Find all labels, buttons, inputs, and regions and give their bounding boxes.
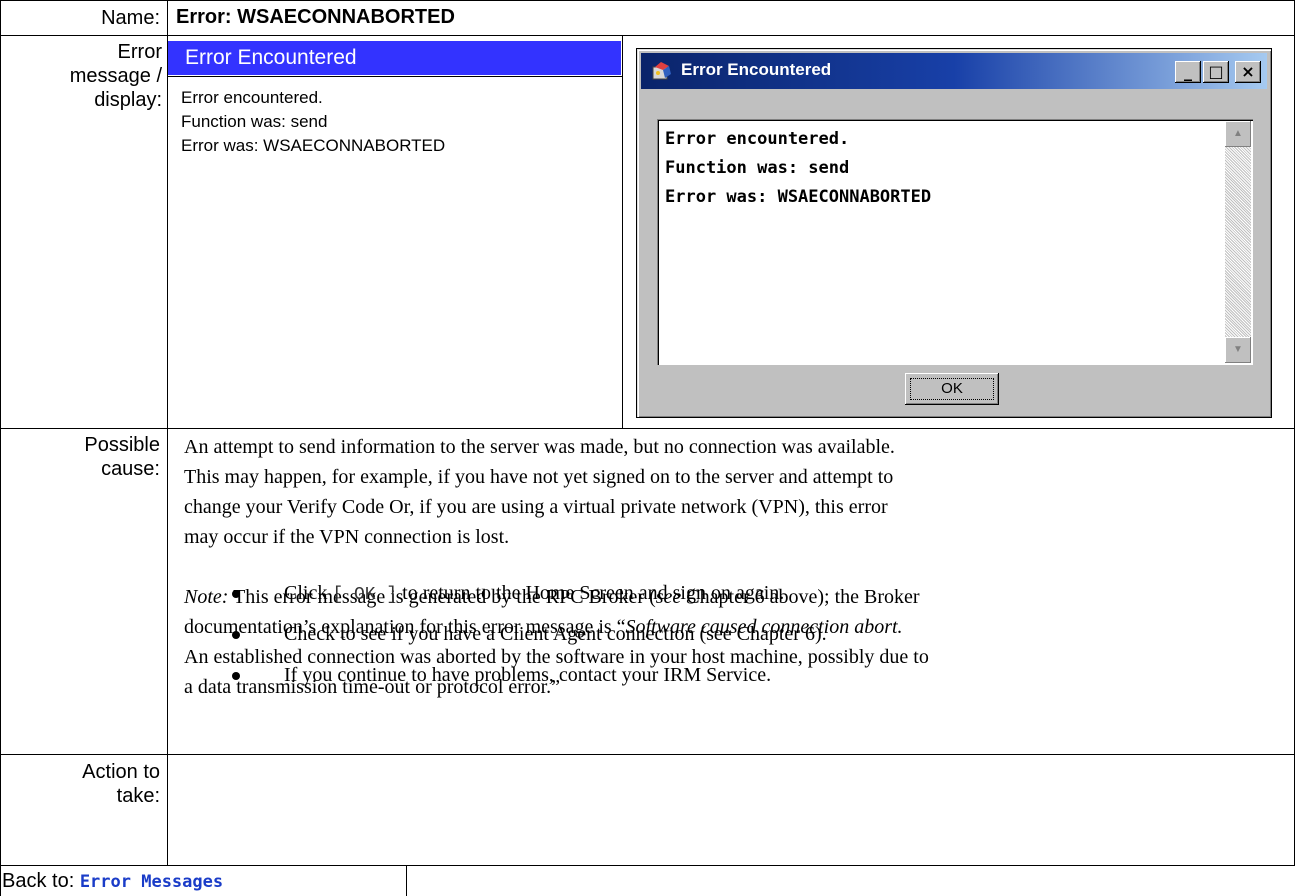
message-box-divider: [168, 76, 622, 77]
message-line: Error was: WSAECONNABORTED: [181, 136, 446, 155]
ok-code: [ OK ]: [332, 585, 398, 605]
row-divider: [0, 35, 1295, 36]
back-to-nav: Back to: Error Messages: [2, 870, 223, 893]
cause-line: may occur if the VPN connection is lost.: [184, 526, 510, 548]
cause-line: An attempt to send information to the se…: [184, 436, 895, 458]
error-messages-link[interactable]: Error Messages: [80, 872, 223, 892]
vertical-scrollbar[interactable]: ▲ ▼: [1225, 121, 1251, 363]
error-dialog: Error Encountered _ □ × Error encountere…: [636, 48, 1272, 418]
dialog-title: Error Encountered: [681, 60, 832, 79]
image-column-divider: [622, 35, 623, 429]
minimize-button[interactable]: _: [1175, 61, 1201, 83]
dialog-titlebar[interactable]: Error Encountered _ □ ×: [641, 53, 1267, 89]
minimize-icon: _: [1184, 62, 1192, 81]
program-icon: [652, 62, 671, 80]
table-border-left: [0, 0, 1, 896]
message-text: Error encountered. Function was: send Er…: [181, 86, 445, 158]
message-title-bar: Error Encountered: [168, 41, 621, 75]
maximize-icon: □: [1208, 62, 1224, 81]
bullet-icon: [232, 672, 240, 680]
possible-cause-label: Possible cause:: [84, 434, 160, 480]
scroll-down-icon[interactable]: ▼: [1225, 337, 1251, 363]
action-label: Action to take:: [82, 761, 160, 807]
row-divider: [0, 428, 1295, 429]
message-line: Function was: send: [181, 112, 328, 131]
label-column-divider: [167, 0, 168, 866]
ok-button[interactable]: OK: [905, 373, 999, 405]
name-label: Name:: [101, 7, 160, 29]
bullet-icon: [232, 590, 240, 598]
message-title: Error Encountered: [185, 46, 357, 69]
bullet-icon: [232, 631, 240, 639]
table-border-top: [0, 0, 1295, 1]
close-icon: ×: [1241, 62, 1255, 81]
cause-line: change your Verify Code Or, if you are u…: [184, 496, 888, 518]
message-line: Error encountered.: [181, 88, 323, 107]
error-name: Error: WSAECONNABORTED: [176, 6, 455, 28]
maximize-button[interactable]: □: [1203, 61, 1229, 83]
close-button[interactable]: ×: [1235, 61, 1261, 83]
footer-divider: [406, 865, 407, 896]
row-divider: [0, 865, 1295, 866]
row-divider: [0, 754, 1295, 755]
memo-text: Error encountered. Function was: send Erro…: [665, 129, 932, 207]
back-label: Back to:: [2, 870, 80, 892]
cause-line: This may happen, for example, if you hav…: [184, 466, 894, 488]
scroll-up-icon[interactable]: ▲: [1225, 121, 1251, 147]
dialog-message-memo[interactable]: Error encountered. Function was: send Erro…: [657, 119, 1253, 365]
error-message-label: Error message / display:: [69, 41, 162, 111]
